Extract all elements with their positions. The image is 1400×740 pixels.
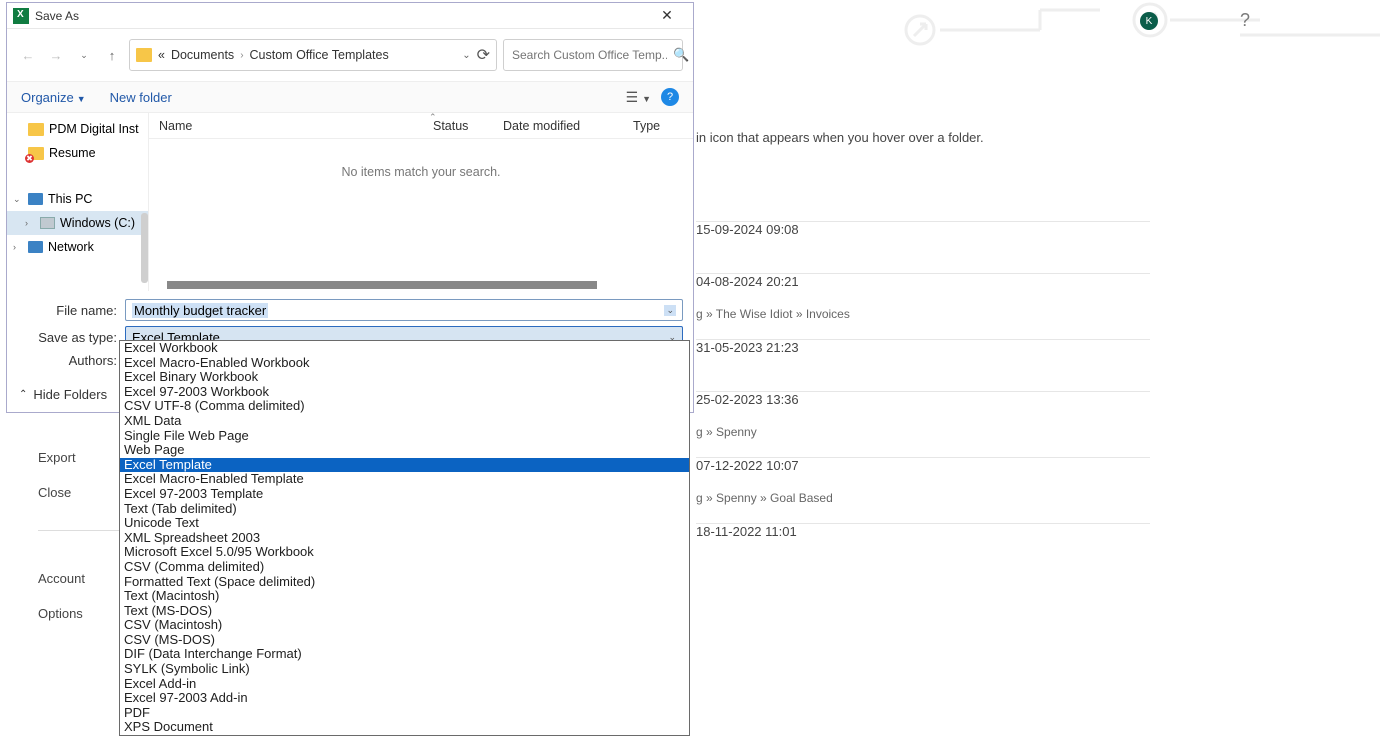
type-option[interactable]: XML Spreadsheet 2003 bbox=[120, 531, 689, 546]
chevron-up-icon: ⌃ bbox=[19, 389, 27, 400]
background-row[interactable]: g » Spenny » Goal Based bbox=[696, 473, 1150, 524]
col-date[interactable]: Date modified bbox=[493, 119, 623, 133]
help-icon[interactable]: ? bbox=[1240, 10, 1250, 31]
view-mode-icon[interactable]: ☰ ▼ bbox=[626, 89, 651, 106]
search-icon[interactable]: 🔍 bbox=[673, 47, 689, 63]
type-option[interactable]: Microsoft Excel 5.0/95 Workbook bbox=[120, 545, 689, 560]
new-folder-button[interactable]: New folder bbox=[110, 90, 172, 105]
nav-recent-icon[interactable]: ⌄ bbox=[73, 44, 95, 66]
background-row[interactable]: g » The Wise Idiot » Invoices bbox=[696, 289, 1150, 340]
tree-item-network[interactable]: ›Network bbox=[7, 235, 148, 259]
breadcrumb-prefix: « bbox=[158, 48, 165, 62]
type-option[interactable]: CSV (Macintosh) bbox=[120, 618, 689, 633]
background-row[interactable] bbox=[696, 237, 1150, 274]
type-option[interactable]: Text (Tab delimited) bbox=[120, 502, 689, 517]
authors-label: Authors: bbox=[17, 353, 125, 368]
type-option[interactable]: SYLK (Symbolic Link) bbox=[120, 662, 689, 677]
type-option[interactable]: PDF bbox=[120, 706, 689, 721]
breadcrumb-sep: › bbox=[240, 50, 243, 61]
user-avatar[interactable]: K bbox=[1140, 12, 1158, 30]
file-name-input[interactable]: Monthly budget tracker⌄ bbox=[125, 299, 683, 321]
breadcrumb-documents[interactable]: Documents bbox=[171, 48, 234, 62]
type-option[interactable]: CSV (Comma delimited) bbox=[120, 560, 689, 575]
type-option[interactable]: Text (Macintosh) bbox=[120, 589, 689, 604]
type-option[interactable]: Excel Workbook bbox=[120, 341, 689, 356]
excel-icon bbox=[13, 8, 29, 24]
toolbar: Organize▼ New folder ☰ ▼ ? bbox=[7, 81, 693, 113]
nav-back-icon[interactable]: ← bbox=[17, 44, 39, 66]
tree-item-pdm[interactable]: PDM Digital Inst bbox=[7, 117, 148, 141]
background-row[interactable]: g » Spenny bbox=[696, 407, 1150, 458]
sort-indicator-icon: ⌃ bbox=[429, 112, 437, 123]
background-file-list: in icon that appears when you hover over… bbox=[696, 130, 1150, 539]
type-option[interactable]: CSV (MS-DOS) bbox=[120, 633, 689, 648]
col-name[interactable]: Name bbox=[149, 119, 423, 133]
horizontal-scrollbar[interactable] bbox=[167, 281, 597, 289]
folder-icon bbox=[136, 48, 152, 62]
empty-message: No items match your search. bbox=[149, 165, 693, 179]
nav-row: ← → ⌄ ↑ « Documents › Custom Office Temp… bbox=[7, 29, 693, 81]
type-option[interactable]: Excel Add-in bbox=[120, 677, 689, 692]
type-option[interactable]: Unicode Text bbox=[120, 516, 689, 531]
type-option[interactable]: XML Data bbox=[120, 414, 689, 429]
dialog-title: Save As bbox=[35, 9, 647, 23]
address-bar[interactable]: « Documents › Custom Office Templates ⌄ … bbox=[129, 39, 497, 71]
type-option[interactable]: Web Page bbox=[120, 443, 689, 458]
type-option[interactable]: Excel Macro-Enabled Workbook bbox=[120, 356, 689, 371]
type-option[interactable]: Excel 97-2003 Template bbox=[120, 487, 689, 502]
organize-button[interactable]: Organize▼ bbox=[21, 90, 86, 105]
col-type[interactable]: Type bbox=[623, 119, 693, 133]
nav-up-icon[interactable]: ↑ bbox=[101, 44, 123, 66]
save-type-options-list[interactable]: Excel WorkbookExcel Macro-Enabled Workbo… bbox=[119, 340, 690, 736]
type-option[interactable]: XPS Document bbox=[120, 720, 689, 735]
refresh-icon[interactable]: ⟳ bbox=[477, 45, 490, 65]
type-option[interactable]: DIF (Data Interchange Format) bbox=[120, 647, 689, 662]
address-dropdown-icon[interactable]: ⌄ bbox=[462, 50, 470, 61]
tree-item-resume[interactable]: Resume bbox=[7, 141, 148, 165]
tree-scrollbar[interactable] bbox=[141, 213, 148, 283]
dialog-body: PDM Digital Inst Resume ⌄This PC ›Window… bbox=[7, 113, 693, 291]
type-option[interactable]: Single File Web Page bbox=[120, 429, 689, 444]
type-option[interactable]: Excel Template bbox=[120, 458, 689, 473]
search-input[interactable] bbox=[512, 48, 667, 62]
type-option[interactable]: Excel 97-2003 Workbook bbox=[120, 385, 689, 400]
search-box[interactable]: 🔍 bbox=[503, 39, 683, 71]
hide-folders-label: Hide Folders bbox=[33, 387, 107, 402]
type-option[interactable]: CSV UTF-8 (Comma delimited) bbox=[120, 399, 689, 414]
tree-item-windows-c[interactable]: ›Windows (C:) bbox=[7, 211, 148, 235]
type-option[interactable]: Excel Macro-Enabled Template bbox=[120, 472, 689, 487]
file-pane: ⌃ Name Status Date modified Type No item… bbox=[149, 113, 693, 291]
type-option[interactable]: Formatted Text (Space delimited) bbox=[120, 575, 689, 590]
type-option[interactable]: Excel 97-2003 Add-in bbox=[120, 691, 689, 706]
column-headers: Name Status Date modified Type bbox=[149, 113, 693, 139]
breadcrumb-custom-templates[interactable]: Custom Office Templates bbox=[250, 48, 389, 62]
help-button-icon[interactable]: ? bbox=[661, 88, 679, 106]
file-name-label: File name: bbox=[17, 303, 125, 318]
save-type-label: Save as type: bbox=[17, 330, 125, 345]
nav-forward-icon[interactable]: → bbox=[45, 44, 67, 66]
tree-item-this-pc[interactable]: ⌄This PC bbox=[7, 187, 148, 211]
background-row[interactable] bbox=[696, 185, 1150, 222]
type-option[interactable]: Text (MS-DOS) bbox=[120, 604, 689, 619]
background-hint-text: in icon that appears when you hover over… bbox=[696, 130, 1150, 145]
titlebar: Save As ✕ bbox=[7, 3, 693, 29]
close-button[interactable]: ✕ bbox=[647, 7, 687, 24]
background-decor bbox=[900, 0, 1400, 60]
background-row[interactable] bbox=[696, 355, 1150, 392]
folder-tree: PDM Digital Inst Resume ⌄This PC ›Window… bbox=[7, 113, 149, 291]
type-option[interactable]: Excel Binary Workbook bbox=[120, 370, 689, 385]
